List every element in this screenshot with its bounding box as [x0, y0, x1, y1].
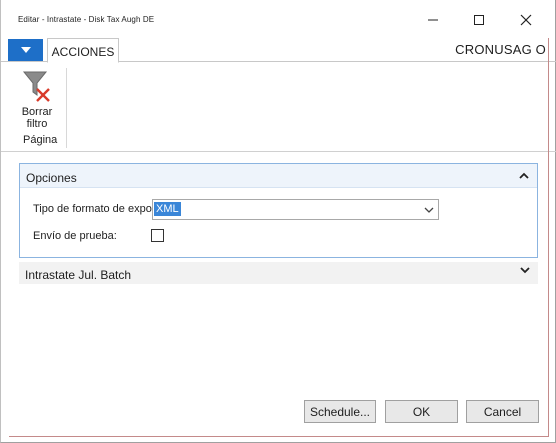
- clear-filter-button[interactable]: Borrar filtro: [15, 66, 59, 134]
- ribbon-tabs: ACCIONES CRONUSAG O: [1, 38, 556, 63]
- minimize-button[interactable]: [413, 8, 453, 32]
- close-button[interactable]: [506, 8, 546, 32]
- section-opciones: Opciones Tipo de formato de exportación:…: [19, 163, 538, 258]
- app-menu-button[interactable]: [8, 39, 43, 61]
- section-batch-title: Intrastate Jul. Batch: [25, 268, 132, 282]
- window-accent-right: [548, 38, 549, 437]
- format-select[interactable]: XML: [152, 199, 439, 220]
- company-name: CRONUSAG O: [455, 42, 546, 57]
- clear-filter-icon: [22, 71, 50, 102]
- ribbon-group-separator: [66, 68, 67, 148]
- section-batch[interactable]: Intrastate Jul. Batch: [19, 262, 538, 284]
- test-send-checkbox[interactable]: [151, 229, 164, 242]
- chevron-down-icon: [424, 207, 434, 213]
- window-title: Editar - Intrastate - Disk Tax Augh DE: [18, 15, 155, 24]
- dialog-window: Editar - Intrastate - Disk Tax Augh DE A…: [0, 0, 556, 443]
- minimize-icon: [428, 19, 438, 21]
- ribbon-body: Borrar filtro Página: [1, 62, 556, 152]
- title-bar: Editar - Intrastate - Disk Tax Augh DE: [1, 0, 556, 38]
- close-icon: [520, 14, 532, 26]
- clear-filter-label-line1: Borrar: [21, 106, 53, 118]
- section-opciones-header[interactable]: Opciones: [20, 164, 537, 188]
- maximize-button[interactable]: [459, 8, 499, 32]
- window-accent-bottom: [9, 436, 549, 437]
- maximize-icon: [474, 15, 484, 25]
- chevron-down-icon[interactable]: [520, 265, 530, 275]
- test-send-label: Envío de prueba:: [33, 230, 117, 242]
- format-select-value: XML: [154, 202, 181, 216]
- chevron-down-icon: [20, 47, 31, 53]
- section-opciones-title: Opciones: [26, 171, 77, 185]
- chevron-up-icon[interactable]: [519, 171, 529, 181]
- schedule-button[interactable]: Schedule...: [304, 400, 376, 423]
- ribbon-group-label: Página: [23, 134, 58, 146]
- tab-acciones[interactable]: ACCIONES: [47, 38, 119, 63]
- cancel-button[interactable]: Cancel: [466, 400, 539, 423]
- clear-filter-label-line2: filtro: [26, 118, 48, 130]
- clear-filter-label: Borrar filtro: [15, 106, 59, 130]
- ok-button[interactable]: OK: [385, 400, 458, 423]
